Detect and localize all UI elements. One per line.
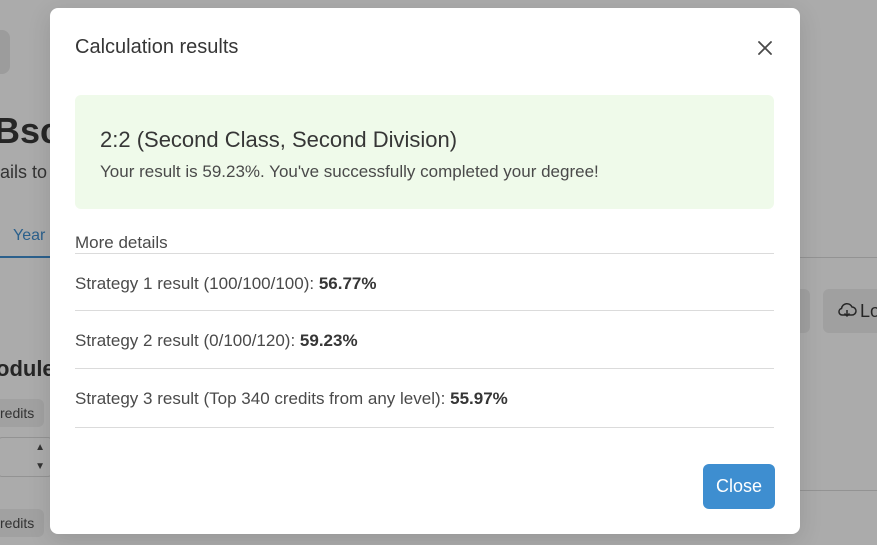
strategy-label: Strategy 3 result (Top 340 credits from … bbox=[75, 389, 451, 408]
strategy-value: 59.23% bbox=[299, 331, 358, 350]
close-button[interactable]: Close bbox=[703, 464, 775, 509]
strategy-row: Strategy 3 result (Top 340 credits from … bbox=[75, 368, 774, 428]
result-notification: 2:2 (Second Class, Second Division) Your… bbox=[75, 95, 774, 209]
results-modal: Calculation results 2:2 (Second Class, S… bbox=[50, 8, 800, 534]
strategy-row: Strategy 2 result (0/100/120): 59.23% bbox=[75, 310, 774, 369]
strategy-value: 55.97% bbox=[450, 389, 508, 408]
strategy-value: 56.77% bbox=[318, 274, 377, 293]
result-text: Your result is 59.23%. You've successful… bbox=[100, 162, 599, 181]
details-label: More details bbox=[75, 233, 168, 252]
modal-title: Calculation results bbox=[75, 36, 239, 58]
strategy-label: Strategy 2 result (0/100/120): bbox=[75, 331, 300, 350]
close-icon[interactable] bbox=[753, 36, 777, 60]
result-heading: 2:2 (Second Class, Second Division) bbox=[100, 127, 458, 152]
strategy-row: Strategy 1 result (100/100/100): 56.77% bbox=[75, 253, 774, 311]
strategy-label: Strategy 1 result (100/100/100): bbox=[75, 274, 319, 293]
